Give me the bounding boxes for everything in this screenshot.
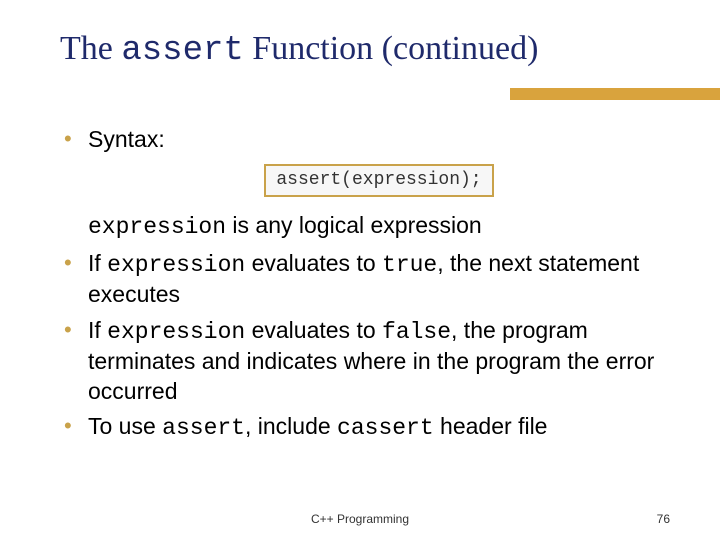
b3-mid: evaluates to xyxy=(245,317,382,343)
b2-code2: true xyxy=(382,252,437,278)
b3-code1: expression xyxy=(107,319,245,345)
b2-code1: expression xyxy=(107,252,245,278)
bullet-list: Syntax: assert(expression); xyxy=(60,125,670,197)
bullet-true: If expression evaluates to true, the nex… xyxy=(60,249,670,310)
b4-post: header file xyxy=(434,413,548,439)
slide: The assert Function (continued) Syntax: … xyxy=(0,0,720,540)
page-number: 76 xyxy=(657,512,670,526)
bullet-syntax-text: Syntax: xyxy=(88,126,165,152)
bullet-list-2: If expression evaluates to true, the nex… xyxy=(60,249,670,444)
b3-code2: false xyxy=(382,319,451,345)
b3-pre: If xyxy=(88,317,107,343)
sub-code: expression xyxy=(88,214,226,240)
content-area: Syntax: assert(expression); expression i… xyxy=(60,125,670,444)
title-post: Function (continued) xyxy=(244,30,539,67)
sub-post: is any logical expression xyxy=(226,212,482,238)
slide-title: The assert Function (continued) xyxy=(60,30,670,70)
b4-code1: assert xyxy=(162,415,245,441)
bullet-false: If expression evaluates to false, the pr… xyxy=(60,316,670,406)
codebox: assert(expression); xyxy=(264,164,493,197)
sub-expression-line: expression is any logical expression xyxy=(60,211,670,242)
b4-code2: cassert xyxy=(337,415,434,441)
b4-pre: To use xyxy=(88,413,162,439)
title-pre: The xyxy=(60,30,121,67)
accent-bar xyxy=(510,88,720,100)
footer-text: C++ Programming xyxy=(0,512,720,526)
title-code: assert xyxy=(121,32,243,70)
bullet-syntax: Syntax: assert(expression); xyxy=(60,125,670,197)
b4-mid: , include xyxy=(245,413,337,439)
codebox-wrap: assert(expression); xyxy=(88,162,670,197)
b2-pre: If xyxy=(88,250,107,276)
bullet-include: To use assert, include cassert header fi… xyxy=(60,412,670,443)
b2-mid: evaluates to xyxy=(245,250,382,276)
